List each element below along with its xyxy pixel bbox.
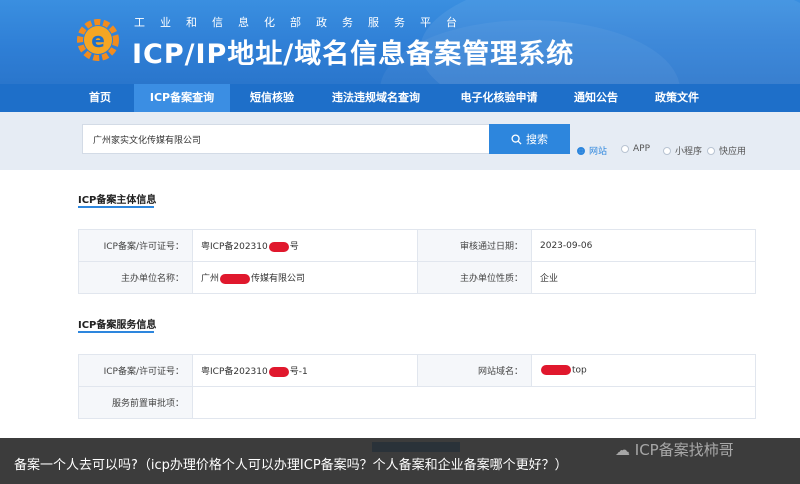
table-row: ICP备案/许可证号： 粤ICP备202310 号 审核通过日期： 2023-09… bbox=[78, 229, 756, 262]
result-content: ICP备案主体信息 ICP备案/许可证号： 粤ICP备202310 号 审核通过日… bbox=[0, 170, 800, 484]
redaction-mark bbox=[268, 241, 289, 252]
nav-item-icp-query[interactable]: ICP备案查询 bbox=[134, 84, 230, 112]
table-label: 主办单位名称： bbox=[78, 261, 193, 294]
search-icon bbox=[511, 133, 522, 145]
radio-app[interactable]: APP bbox=[621, 144, 650, 154]
nav-item-notices[interactable]: 通知公告 bbox=[564, 84, 628, 112]
redaction-mark bbox=[541, 365, 571, 376]
radio-quick-app[interactable]: 快应用 bbox=[707, 144, 746, 157]
nav-item-home[interactable]: 首页 bbox=[75, 84, 125, 112]
table-label: ICP备案/许可证号： bbox=[78, 354, 193, 387]
header-subtitle: 工业和信息化部政务服务平台 bbox=[134, 16, 472, 29]
search-button-label: 搜索 bbox=[526, 133, 548, 146]
section-underline bbox=[78, 331, 154, 333]
main-nav: 首页 ICP备案查询 短信核验 违法违规域名查询 电子化核验申请 通知公告 政策… bbox=[0, 84, 800, 112]
service-section-title: ICP备案服务信息 bbox=[78, 320, 157, 331]
table-row: 服务前置审批项： bbox=[78, 386, 756, 419]
table-label: ICP备案/许可证号： bbox=[78, 229, 193, 262]
radio-dot-icon bbox=[577, 146, 585, 155]
table-value: top bbox=[531, 354, 756, 387]
search-button[interactable]: 搜索 bbox=[489, 124, 570, 154]
watermark: ☁ ICP备案找柿哥 bbox=[615, 441, 734, 459]
table-label: 网站域名： bbox=[417, 354, 532, 387]
table-row: ICP备案/许可证号： 粤ICP备202310 号-1 网站域名： top bbox=[78, 354, 756, 387]
entity-info-table: ICP备案/许可证号： 粤ICP备202310 号 审核通过日期： 2023-09… bbox=[78, 229, 756, 294]
nav-item-illegal-domain[interactable]: 违法违规域名查询 bbox=[320, 84, 432, 112]
site-header: e 工业和信息化部政务服务平台 ICP/IP地址/域名信息备案管理系统 bbox=[0, 0, 800, 84]
search-input[interactable] bbox=[82, 124, 490, 154]
radio-dot-icon bbox=[663, 146, 671, 155]
table-value: 企业 bbox=[531, 261, 756, 294]
entity-section-title: ICP备案主体信息 bbox=[78, 195, 157, 206]
radio-dot-icon bbox=[707, 146, 715, 155]
page-title: ICP/IP地址/域名信息备案管理系统 bbox=[132, 39, 575, 70]
watermark-logo-icon: ☁ bbox=[615, 441, 630, 459]
table-value bbox=[192, 386, 756, 419]
table-value: 粤ICP备202310 号 bbox=[192, 229, 418, 262]
nav-item-sms-verify[interactable]: 短信核验 bbox=[240, 84, 304, 112]
table-value: 广州 传媒有限公司 bbox=[192, 261, 418, 294]
table-value: 粤ICP备202310 号-1 bbox=[192, 354, 418, 387]
section-underline bbox=[78, 206, 154, 208]
search-area: 搜索 网站 APP 小程序 快应用 bbox=[0, 112, 800, 170]
caption-text: 备案一个人去可以吗?（icp办理价格个人可以办理ICP备案吗？个人备案和企业备案… bbox=[14, 458, 568, 473]
radio-mini-program[interactable]: 小程序 bbox=[663, 144, 702, 157]
table-label: 服务前置审批项： bbox=[78, 386, 193, 419]
nav-item-policy[interactable]: 政策文件 bbox=[645, 84, 709, 112]
redaction-mark bbox=[268, 366, 289, 377]
miit-logo-icon[interactable]: e bbox=[72, 14, 124, 66]
table-label: 主办单位性质： bbox=[417, 261, 532, 294]
redaction-mark bbox=[220, 273, 251, 284]
table-label: 审核通过日期： bbox=[417, 229, 532, 262]
radio-dot-icon bbox=[621, 145, 629, 153]
table-value: 2023-09-06 bbox=[531, 229, 756, 262]
radio-website[interactable]: 网站 bbox=[577, 144, 607, 157]
nav-item-e-verify[interactable]: 电子化核验申请 bbox=[448, 84, 550, 112]
table-row: 主办单位名称： 广州 传媒有限公司 主办单位性质： 企业 bbox=[78, 261, 756, 294]
svg-text:e: e bbox=[91, 28, 105, 52]
service-info-table: ICP备案/许可证号： 粤ICP备202310 号-1 网站域名： top 服务前… bbox=[78, 354, 756, 419]
